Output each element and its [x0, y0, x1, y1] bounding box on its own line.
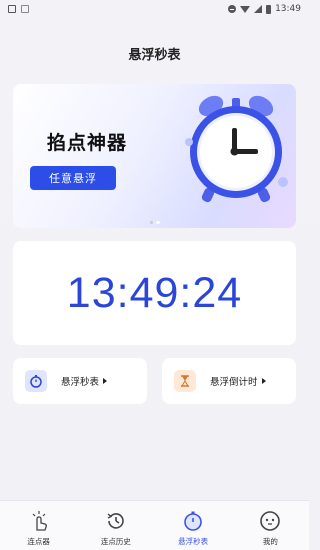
- banner-pagination: [13, 221, 296, 224]
- battery-icon: [266, 4, 272, 14]
- stopwatch-icon: [181, 509, 205, 533]
- feature-label: 悬浮倒计时: [210, 377, 258, 388]
- profile-icon: [258, 509, 282, 533]
- signal-icon: [254, 5, 263, 13]
- do-not-disturb-icon: [228, 5, 237, 13]
- status-bar: 13:49: [0, 0, 309, 18]
- nav-item-clicker[interactable]: 连点器: [9, 501, 69, 547]
- history-icon: [104, 509, 128, 533]
- stopwatch-icon: [25, 370, 47, 392]
- banner-pill: 任意悬浮: [30, 166, 116, 190]
- pagination-dot-active[interactable]: [155, 221, 160, 224]
- nav-item-floating-stopwatch[interactable]: 悬浮秒表: [163, 501, 223, 547]
- status-time: 13:49: [275, 4, 301, 14]
- bottom-nav: 连点器 连点历史 悬浮秒表 我的: [0, 500, 309, 550]
- play-arrow-icon: [103, 378, 108, 384]
- nav-label: 悬浮秒表: [178, 537, 209, 546]
- image-icon: [8, 5, 16, 13]
- nav-label: 连点器: [27, 537, 50, 546]
- nav-item-history[interactable]: 连点历史: [86, 501, 146, 547]
- feature-label: 悬浮秒表: [61, 377, 100, 388]
- image-icon: [21, 5, 29, 13]
- floating-countdown-button[interactable]: 悬浮倒计时: [162, 358, 296, 404]
- hourglass-icon: [174, 370, 196, 392]
- time-card: 13:49:24: [13, 241, 296, 345]
- wifi-icon: [240, 5, 251, 13]
- current-time: 13:49:24: [66, 268, 243, 317]
- play-arrow-icon: [261, 378, 266, 384]
- alarm-clock-icon: [181, 90, 291, 210]
- page-title: 悬浮秒表: [128, 48, 181, 63]
- tap-icon: [27, 509, 51, 533]
- pagination-dot[interactable]: [149, 221, 153, 224]
- nav-item-profile[interactable]: 我的: [240, 501, 300, 547]
- nav-label: 连点历史: [100, 537, 131, 546]
- banner-headline: 掐点神器: [47, 132, 128, 154]
- floating-stopwatch-button[interactable]: 悬浮秒表: [13, 358, 147, 404]
- nav-label: 我的: [262, 537, 278, 546]
- banner[interactable]: 掐点神器 任意悬浮: [13, 84, 296, 228]
